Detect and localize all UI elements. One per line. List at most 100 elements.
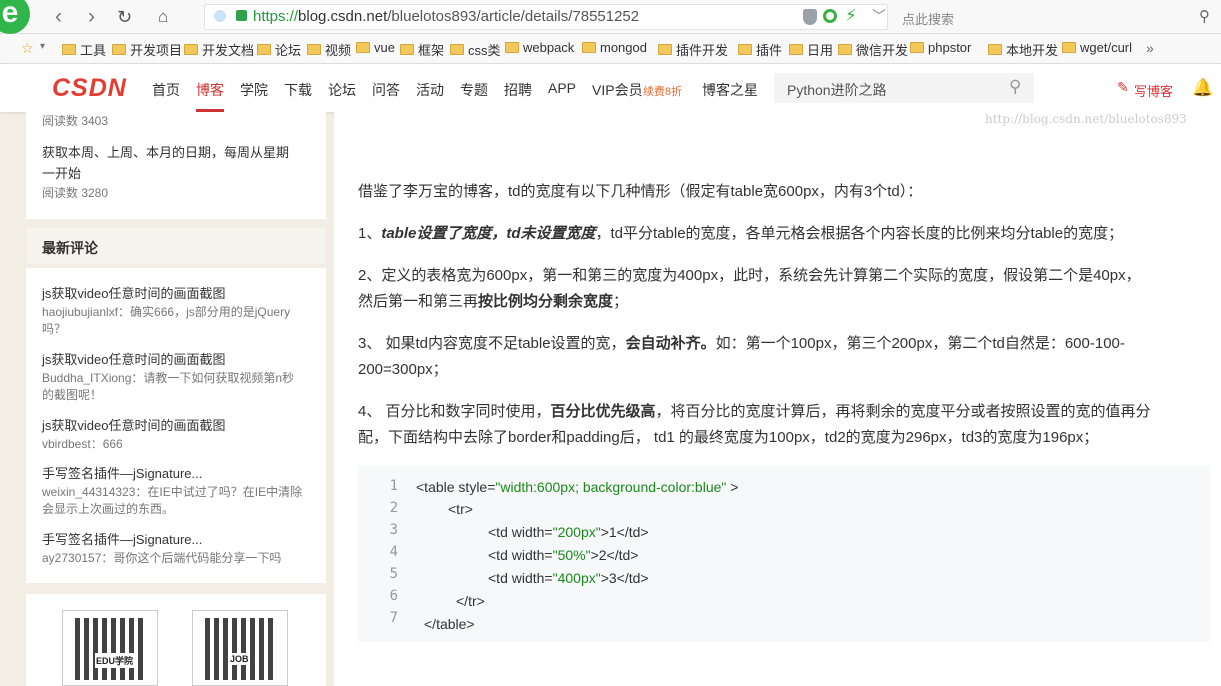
point-3-text: 3、 如果td内容宽度不足table设置的宽， xyxy=(358,335,626,352)
article-point-2: 2、定义的表格宽为600px，第一和第三的宽度为400px，此时，系统会先计算第… xyxy=(358,263,1198,315)
bookmark-label: 工具 xyxy=(80,43,107,58)
bookmark-arrow-icon[interactable]: ▾ xyxy=(40,41,45,52)
forward-icon[interactable]: › xyxy=(88,6,95,28)
add-bookmark-star-icon[interactable]: ☆ xyxy=(21,40,34,57)
bookmark-vue[interactable]: vue xyxy=(356,40,395,55)
comments-heading: 最新评论 xyxy=(42,240,98,256)
comment-title[interactable]: js获取video任意时间的画面截图 xyxy=(42,350,225,370)
nav-qa[interactable]: 问答 xyxy=(372,80,400,100)
home-icon[interactable]: ⌂ xyxy=(158,6,168,28)
lightning-icon[interactable]: ⚡ xyxy=(845,6,857,26)
code-tag: <td width= xyxy=(488,570,553,586)
folder-icon xyxy=(450,44,464,55)
bookmark-framework[interactable]: 框架 xyxy=(400,40,444,59)
site-search-icon[interactable]: ⚲ xyxy=(1009,77,1021,97)
bookmark-label: 论坛 xyxy=(275,43,302,58)
nav-blog-star[interactable]: 博客之星 xyxy=(702,80,758,100)
site-search-input[interactable]: Python进阶之路 xyxy=(787,80,887,100)
bookmark-plugin-dev[interactable]: 插件开发 xyxy=(658,40,728,59)
bookmark-wechat-dev[interactable]: 微信开发 xyxy=(838,40,908,59)
point-3-text-b: 如：第一个100px，第三个200px，第二个td自然是：600-100- xyxy=(715,335,1125,352)
code-string: "50%" xyxy=(552,547,591,563)
comment-title[interactable]: 手写签名插件—jSignature... xyxy=(42,464,202,484)
code-tag: <td width= xyxy=(488,547,553,563)
folder-icon xyxy=(400,44,414,55)
bookmark-label: 微信开发 xyxy=(856,43,909,58)
nav-academy[interactable]: 学院 xyxy=(240,80,268,100)
code-line-2: <tr> xyxy=(448,501,473,517)
nav-events[interactable]: 活动 xyxy=(416,80,444,100)
article-point-3: 3、 如果td内容宽度不足table设置的宽，会自动补齐。如：第一个100px，… xyxy=(358,331,1198,383)
reload-icon[interactable]: ↻ xyxy=(117,6,132,28)
bookmark-local-dev[interactable]: 本地开发 xyxy=(988,40,1058,59)
notification-bell-icon[interactable]: 🔔 xyxy=(1192,78,1213,98)
page-info-icon[interactable] xyxy=(214,10,226,22)
nav-vip[interactable]: VIP会员 xyxy=(592,80,643,100)
nav-forum[interactable]: 论坛 xyxy=(328,80,356,100)
bookmark-daily[interactable]: 日用 xyxy=(789,40,833,59)
nav-blog[interactable]: 博客 xyxy=(196,80,224,100)
point-4-emphasis: 百分比优先级高 xyxy=(550,403,656,420)
bookmark-dev-projects[interactable]: 开发项目 xyxy=(112,40,182,59)
bookmark-wget-curl[interactable]: wget/curl xyxy=(1062,40,1132,55)
csdn-logo[interactable]: CSDN xyxy=(52,74,127,103)
bookmark-label: wget/curl xyxy=(1080,40,1133,55)
comment-title[interactable]: js获取video任意时间的画面截图 xyxy=(42,284,225,304)
bookmark-css[interactable]: css类 xyxy=(450,40,501,59)
read-count: 阅读数 3403 xyxy=(42,114,109,128)
bookmark-video[interactable]: 视频 xyxy=(307,40,351,59)
folder-icon xyxy=(184,44,198,55)
bookmark-phpstor[interactable]: phpstor xyxy=(910,40,971,55)
url-text[interactable]: https://blog.csdn.net/bluelotos893/artic… xyxy=(253,8,639,25)
bookmark-label: 开发项目 xyxy=(130,43,183,58)
nav-jobs[interactable]: 招聘 xyxy=(504,80,532,100)
comment-text: 的截图呢！ xyxy=(42,388,103,402)
line-number: 4 xyxy=(389,544,398,560)
line-number: 6 xyxy=(389,588,398,604)
qr-code-edu: EDU学院 xyxy=(62,610,158,686)
nav-home[interactable]: 首页 xyxy=(152,80,180,100)
code-tag: >3</td> xyxy=(600,570,649,586)
bookmark-label: 日用 xyxy=(807,43,834,58)
bookmarks-more-button[interactable]: » xyxy=(1146,40,1154,56)
shield-icon[interactable] xyxy=(803,9,817,25)
code-line-1: <table style="width:600px; background-co… xyxy=(416,479,738,495)
point-2-line-1: 2、定义的表格宽为600px，第一和第三的宽度为400px，此时，系统会先计算第… xyxy=(358,267,1141,284)
code-tag: <td width= xyxy=(488,524,553,540)
line-number: 7 xyxy=(389,610,398,626)
article-point-1: 1、table设置了宽度，td未设置宽度，td平分table的宽度，各单元格会根… xyxy=(358,221,1198,247)
comment-title[interactable]: 手写签名插件—jSignature... xyxy=(42,530,202,550)
comment-text: haojiubujianlxf：确实666，js部分用的是jQuery xyxy=(42,305,291,319)
pen-icon[interactable]: ✎ xyxy=(1117,79,1129,96)
qr-code-job: JOB xyxy=(192,610,288,686)
folder-icon xyxy=(112,44,126,55)
search-icon[interactable]: ⚲ xyxy=(1199,7,1210,25)
nav-download[interactable]: 下载 xyxy=(284,80,312,100)
code-string: "width:600px; background-color:blue" xyxy=(495,479,727,495)
bookmark-webpack[interactable]: webpack xyxy=(505,40,574,55)
nav-app[interactable]: APP xyxy=(548,80,576,96)
extension-icon[interactable] xyxy=(823,9,837,23)
comment-text: Buddha_ITXiong：请教一下如何获取视频第n秒 xyxy=(42,371,295,385)
browser-logo: e xyxy=(0,0,30,34)
point-3-emphasis: 会自动补齐。 xyxy=(625,335,716,352)
code-string: "200px" xyxy=(552,524,601,540)
back-icon[interactable]: ‹ xyxy=(55,6,62,28)
bookmark-plugin[interactable]: 插件 xyxy=(738,40,782,59)
bookmark-mongod[interactable]: mongod xyxy=(582,40,647,55)
bookmark-forum[interactable]: 论坛 xyxy=(257,40,301,59)
bookmark-dev-docs[interactable]: 开发文档 xyxy=(184,40,254,59)
article-link[interactable]: 获取本周、上周、本月的日期，每周从星期 xyxy=(42,143,289,163)
code-tag: > xyxy=(726,479,739,495)
bookmark-tools[interactable]: 工具 xyxy=(62,40,106,59)
folder-icon xyxy=(356,42,370,53)
article-link-cont[interactable]: 一开始 xyxy=(42,164,81,184)
qr-label-edu: EDU学院 xyxy=(95,653,135,668)
dropdown-chevron-icon[interactable]: ﹀ xyxy=(872,6,886,26)
bookmark-label: webpack xyxy=(523,40,575,55)
search-placeholder[interactable]: 点此搜索 xyxy=(902,9,954,28)
bookmark-label: phpstor xyxy=(928,40,972,55)
comment-title[interactable]: js获取video任意时间的画面截图 xyxy=(42,416,225,436)
nav-topics[interactable]: 专题 xyxy=(460,80,488,100)
write-blog-button[interactable]: 写博客 xyxy=(1134,81,1173,100)
